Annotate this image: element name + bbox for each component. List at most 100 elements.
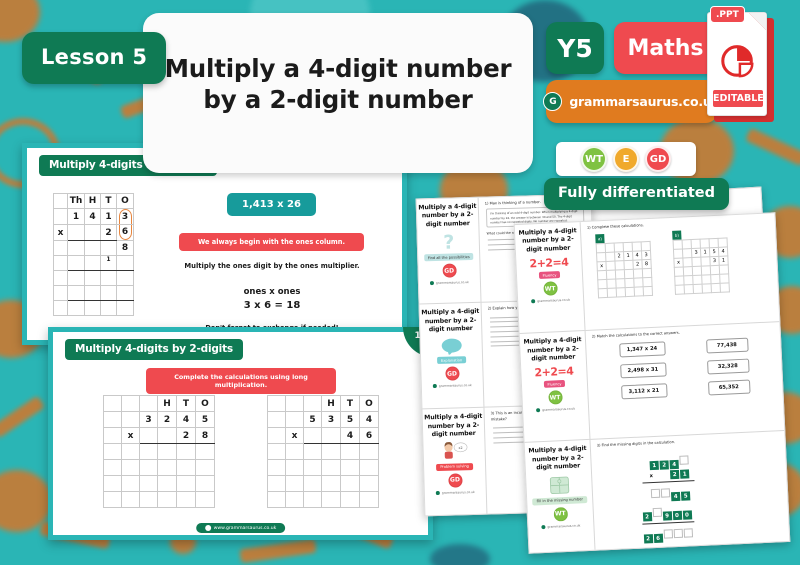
digit-cell-blank[interactable] xyxy=(679,455,689,466)
digit-cell: 4 xyxy=(176,411,196,428)
instruction-banner: We always begin with the ones column. xyxy=(179,233,364,251)
digit-cell[interactable]: 4 xyxy=(669,460,679,470)
digit-cell[interactable]: 0 xyxy=(682,510,692,521)
match-item[interactable]: 32,328 xyxy=(706,358,750,375)
digit-cell: 2 xyxy=(176,427,196,444)
match-item[interactable]: 1,347 x 24 xyxy=(618,340,666,358)
digit-cell: 4 xyxy=(84,208,101,225)
worksheet-label: Problem solving xyxy=(436,462,473,471)
digit-cell[interactable]: 2 xyxy=(659,460,669,471)
digit-cell: 3 xyxy=(691,248,701,258)
digit-cell-blank[interactable] xyxy=(673,529,683,539)
grid-tag: b) xyxy=(672,230,682,241)
badge-gd: GD xyxy=(645,146,671,172)
subject-badge: Maths xyxy=(614,22,717,74)
grammarsaurus-logo-icon: G xyxy=(543,92,563,111)
slide-preview-15[interactable]: Multiply 4-digits by 2-digits Complete t… xyxy=(48,327,433,540)
calculation-grid: a) 2 1 4 3 x 2 8 xyxy=(595,232,653,299)
worksheet-label: Fluency xyxy=(543,380,566,389)
worksheet-label: Fill in the missing number xyxy=(532,495,588,506)
digit-cell: 8 xyxy=(641,259,652,270)
differentiation-badges: WT E GD xyxy=(556,142,696,176)
digit-cell-blank[interactable] xyxy=(663,529,673,539)
match-item[interactable]: 77,438 xyxy=(705,337,749,354)
table-row xyxy=(103,491,215,508)
digit-cell: 2 xyxy=(632,260,643,270)
digit-cell: 5 xyxy=(709,247,719,258)
digit-cell: 1 xyxy=(67,208,85,225)
table-row: 5 3 5 4 xyxy=(267,411,379,428)
digit-cell: 4 xyxy=(340,427,360,444)
worksheet-footer: grammarsaurus.co.uk xyxy=(432,383,472,389)
badge-gd: GD xyxy=(441,263,457,278)
table-row xyxy=(675,283,730,295)
match-item[interactable]: 65,352 xyxy=(707,379,751,396)
worksheet-footer: grammarsaurus.co.uk xyxy=(536,407,575,413)
digit-cell[interactable]: 2 xyxy=(643,534,653,544)
match-item[interactable]: 3,112 x 21 xyxy=(620,382,668,400)
digit-cell[interactable]: 2 xyxy=(642,512,652,522)
digit-cell-blank[interactable] xyxy=(650,489,661,499)
logo-dot-icon xyxy=(541,524,546,529)
digit-cell[interactable]: 9 xyxy=(662,511,672,521)
digit-cell: 4 xyxy=(359,411,379,428)
digit-cell: 4 xyxy=(632,251,642,261)
table-row xyxy=(267,491,379,508)
table-row: 1 xyxy=(53,255,134,271)
column-header: H xyxy=(84,193,101,209)
worksheet-wt[interactable]: Multiply a 4-digit number by a 2-digit n… xyxy=(513,212,791,554)
digit-cell[interactable]: 4 xyxy=(670,492,681,502)
badge-e: E xyxy=(613,146,639,172)
digit-cell: 6 xyxy=(359,427,379,444)
brand-badge: G grammarsaurus.co.uk xyxy=(543,80,720,123)
footer-url: www.grammarsaurus.co.uk xyxy=(213,525,277,531)
column-header: O xyxy=(359,395,379,412)
table-row: H T O xyxy=(103,395,215,412)
multiply-symbol: x xyxy=(673,258,684,268)
table-row: x 4 6 xyxy=(267,427,379,444)
digit-cell[interactable]: 2 xyxy=(669,470,680,480)
svg-text:x2: x2 xyxy=(458,445,462,449)
digit-cell[interactable]: 1 xyxy=(649,461,659,471)
digit-cell-blank[interactable] xyxy=(652,508,662,518)
badge-gd: GD xyxy=(444,366,460,382)
missing-digits-puzzle: 124 x 21 45 2900 26 xyxy=(591,442,789,547)
digit-cell: 2 xyxy=(157,411,177,428)
match-item[interactable]: 2,498 x 31 xyxy=(619,361,667,379)
title-line-2: by a 2-digit number xyxy=(203,85,473,114)
digit-cell[interactable]: 5 xyxy=(680,491,691,502)
digit-cell-blank[interactable] xyxy=(660,488,671,499)
digit-cell: 1 xyxy=(718,256,729,266)
column-header: T xyxy=(340,395,360,412)
column-header: Th xyxy=(67,193,85,209)
worksheet-footer: grammarsaurus.co.uk xyxy=(435,489,475,495)
calculation-banner: 1,413 x 26 xyxy=(227,193,316,216)
digit-cell-blank[interactable] xyxy=(683,528,693,539)
digit-cell[interactable]: 0 xyxy=(672,511,682,521)
digit-cell: 1 xyxy=(100,208,117,225)
column-header: H xyxy=(157,395,177,412)
slide-header-label: Multiply 4-digits by 2-digits xyxy=(65,339,243,360)
lesson-badge: Lesson 5 xyxy=(22,32,167,84)
worksheet-title: Multiply a 4-digit number by a 2-digit n… xyxy=(528,445,587,472)
column-header: O xyxy=(195,395,215,412)
header: Multiply a 4-digit number by a 2-digit n… xyxy=(0,0,800,173)
question-mark-icon: ? xyxy=(443,232,455,252)
title-card: Multiply a 4-digit number by a 2-digit n… xyxy=(143,13,533,173)
table-row xyxy=(103,459,215,476)
slide-preview-4[interactable]: Multiply 4-digits by 2-digits Th H T O 1… xyxy=(22,143,407,345)
digit-cell[interactable]: 6 xyxy=(653,534,663,544)
badge-wt: WT xyxy=(581,146,607,172)
digit-cell: 8 xyxy=(195,427,215,444)
digit-cell[interactable]: 1 xyxy=(679,469,690,480)
calculation-grid: b) 3 1 5 4 x 3 1 xyxy=(672,229,730,295)
puzzle-icon xyxy=(549,476,569,494)
table-row: Th H T O xyxy=(53,193,134,209)
table-row: 1 4 1 3 xyxy=(53,208,134,225)
slide-content: Multiply 4-digits by 2-digits Th H T O 1… xyxy=(27,148,402,340)
ppt-page: EDITABLE xyxy=(707,12,767,116)
editable-label: EDITABLE xyxy=(712,89,764,108)
grid-tag: a) xyxy=(595,234,605,244)
badge-wt: WT xyxy=(542,281,558,296)
worksheet-card: Multiply a 4-digit number by a 2-digit n… xyxy=(525,440,595,552)
